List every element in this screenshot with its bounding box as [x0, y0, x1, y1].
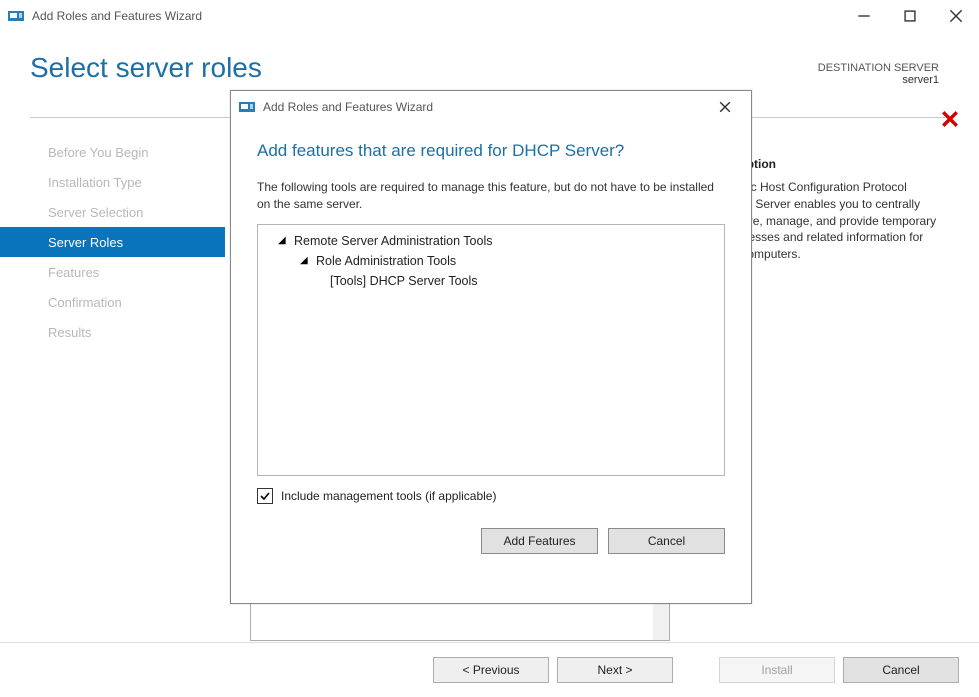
add-features-button[interactable]: Add Features	[481, 528, 598, 554]
nav-step-before-you-begin[interactable]: Before You Begin	[0, 137, 225, 167]
expander-icon[interactable]: ◢	[278, 235, 288, 246]
server-manager-icon	[8, 8, 24, 24]
nav-step-installation-type[interactable]: Installation Type	[0, 167, 225, 197]
expander-icon[interactable]: ◢	[300, 255, 310, 266]
destination-server-label: DESTINATION SERVER	[818, 62, 939, 74]
include-tools-row[interactable]: Include management tools (if applicable)	[257, 488, 725, 504]
wizard-button-bar: < Previous Next > Install Cancel	[0, 642, 979, 697]
dialog-buttons: Add Features Cancel	[257, 528, 725, 554]
nav-step-server-selection[interactable]: Server Selection	[0, 197, 225, 227]
features-tree[interactable]: ◢Remote Server Administration Tools ◢Rol…	[257, 224, 725, 476]
required-features-dialog: Add Roles and Features Wizard Add featur…	[230, 90, 752, 604]
next-button[interactable]: Next >	[557, 657, 673, 683]
nav-step-features[interactable]: Features	[0, 257, 225, 287]
page-title: Select server roles	[30, 52, 262, 83]
nav-step-server-roles[interactable]: Server Roles	[0, 227, 225, 257]
include-tools-label: Include management tools (if applicable)	[281, 489, 496, 503]
server-manager-icon	[239, 99, 255, 115]
dialog-body: Add features that are required for DHCP …	[231, 123, 751, 568]
close-button[interactable]	[933, 0, 979, 32]
nav-step-confirmation[interactable]: Confirmation	[0, 287, 225, 317]
cancel-button[interactable]: Cancel	[843, 657, 959, 683]
tree-item[interactable]: ◢Role Administration Tools	[268, 251, 714, 271]
dialog-close-button[interactable]	[705, 93, 745, 121]
dialog-title: Add Roles and Features Wizard	[263, 100, 433, 114]
dialog-text: The following tools are required to mana…	[257, 179, 725, 214]
previous-button[interactable]: < Previous	[433, 657, 549, 683]
dialog-heading: Add features that are required for DHCP …	[257, 141, 725, 161]
window-title: Add Roles and Features Wizard	[32, 9, 202, 23]
tree-item[interactable]: [Tools] DHCP Server Tools	[268, 271, 714, 291]
dialog-cancel-button[interactable]: Cancel	[608, 528, 725, 554]
maximize-button[interactable]	[887, 0, 933, 32]
install-button: Install	[719, 657, 835, 683]
error-indicator-icon[interactable]	[939, 108, 961, 130]
destination-server-name: server1	[818, 74, 939, 86]
include-tools-checkbox[interactable]	[257, 488, 273, 504]
window-titlebar: Add Roles and Features Wizard	[0, 0, 979, 32]
tree-item[interactable]: ◢Remote Server Administration Tools	[268, 231, 714, 251]
dialog-titlebar: Add Roles and Features Wizard	[231, 91, 751, 123]
nav-step-results[interactable]: Results	[0, 317, 225, 347]
wizard-nav: Before You Begin Installation Type Serve…	[0, 137, 225, 347]
destination-server-block: DESTINATION SERVER server1	[818, 62, 939, 86]
minimize-button[interactable]	[841, 0, 887, 32]
window-controls	[841, 0, 979, 32]
